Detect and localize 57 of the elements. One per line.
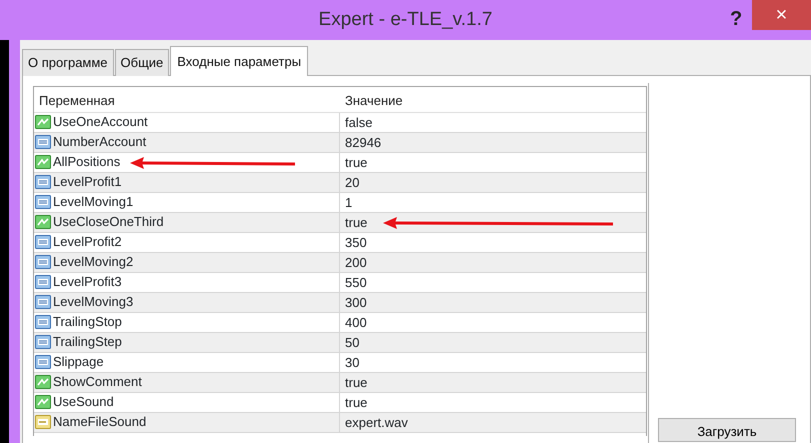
number-icon [35,254,51,270]
window-title: Expert - e-TLE_v.1.7 [318,8,492,32]
boolean-icon [35,214,51,230]
parameter-name: LevelProfit1 [53,173,122,192]
parameter-value: 30 [344,354,360,372]
tab[interactable]: Общие [114,49,170,76]
parameter-value: 82946 [344,134,382,152]
parameter-value: 550 [344,274,367,292]
parameter-name: LevelProfit3 [53,273,122,292]
parameter-name: TrailingStep [53,333,122,352]
number-icon [35,274,51,290]
load-button[interactable]: Загрузить [658,418,796,442]
boolean-icon [35,154,51,170]
parameter-value: 200 [344,254,367,272]
parameter-value: 300 [344,294,367,312]
tab[interactable]: Входные параметры [170,46,308,76]
parameter-name: LevelMoving3 [53,293,134,312]
parameter-name: LevelMoving1 [53,193,134,212]
close-button[interactable]: × [752,0,811,30]
column-header: Переменная [38,92,116,110]
boolean-icon [35,374,51,390]
text-icon [35,414,51,430]
number-icon [35,134,51,150]
column-header: Значение [344,92,404,110]
boolean-icon [35,114,51,130]
parameter-name: UseCloseOneThird [53,213,164,232]
parameter-name: ShowComment [53,373,142,392]
parameter-name: TrailingStop [53,313,122,332]
parameter-value: true [344,374,368,392]
parameter-value: 400 [344,314,367,332]
number-icon [35,174,51,190]
parameter-value: false [344,114,372,132]
parameter-value: true [344,214,368,232]
parameter-name: UseOneAccount [53,113,148,132]
parameter-name: LevelMoving2 [53,253,134,272]
parameter-value: 20 [344,174,360,192]
parameter-value: 350 [344,234,367,252]
number-icon [35,354,51,370]
parameter-name: UseSound [53,393,114,412]
tab[interactable]: О программе [22,49,114,76]
help-button[interactable]: ? [730,4,742,34]
parameter-name: LevelProfit2 [53,233,122,252]
parameter-name: Slippage [53,353,104,372]
number-icon [35,294,51,310]
number-icon [35,234,51,250]
parameter-value: 50 [344,334,360,352]
parameter-value: expert.wav [344,414,408,432]
parameter-value: true [344,394,368,412]
parameter-value: true [344,154,368,172]
parameter-name: AllPositions [53,153,120,172]
number-icon [35,194,51,210]
parameter-value: 1 [344,194,352,212]
parameter-name: NameFileSound [53,413,146,432]
number-icon [35,314,51,330]
boolean-icon [35,394,51,410]
number-icon [35,334,51,350]
parameter-name: NumberAccount [53,133,146,152]
